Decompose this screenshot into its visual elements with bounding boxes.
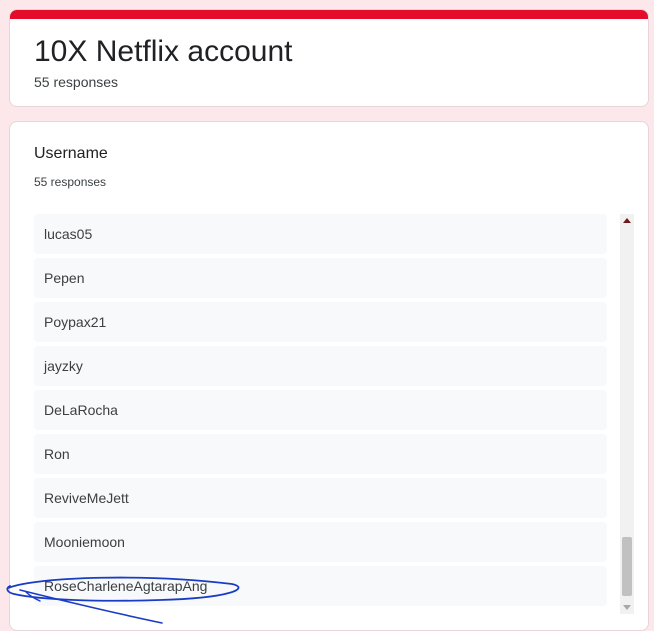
question-response-count: 55 responses — [34, 175, 107, 189]
response-item: jayzky — [34, 346, 607, 386]
response-item: lucas05 — [34, 214, 607, 254]
form-response-count: 55 responses — [34, 74, 119, 90]
response-list[interactable]: lucas05 Pepen Poypax21 jayzky DeLaRocha … — [34, 214, 607, 614]
scrollbar-thumb[interactable] — [622, 537, 632, 596]
response-item: Poypax21 — [34, 302, 607, 342]
response-item: Ron — [34, 434, 607, 474]
response-item: RoseCharleneAgtarapAng — [34, 566, 607, 606]
arrow-down-icon[interactable] — [620, 600, 634, 614]
arrow-up-icon[interactable] — [620, 214, 634, 228]
response-item: Mooniemoon — [34, 522, 607, 562]
header-accent-bar — [10, 10, 648, 19]
question-card: Username 55 responses lucas05 Pepen Poyp… — [9, 121, 649, 631]
response-item: DeLaRocha — [34, 390, 607, 430]
response-item: Pepen — [34, 258, 607, 298]
form-header-card: 10X Netflix account 55 responses — [9, 9, 649, 107]
form-title: 10X Netflix account — [34, 35, 293, 68]
question-title: Username — [34, 145, 108, 162]
list-scrollbar[interactable] — [620, 214, 634, 614]
response-item: ReviveMeJett — [34, 478, 607, 518]
